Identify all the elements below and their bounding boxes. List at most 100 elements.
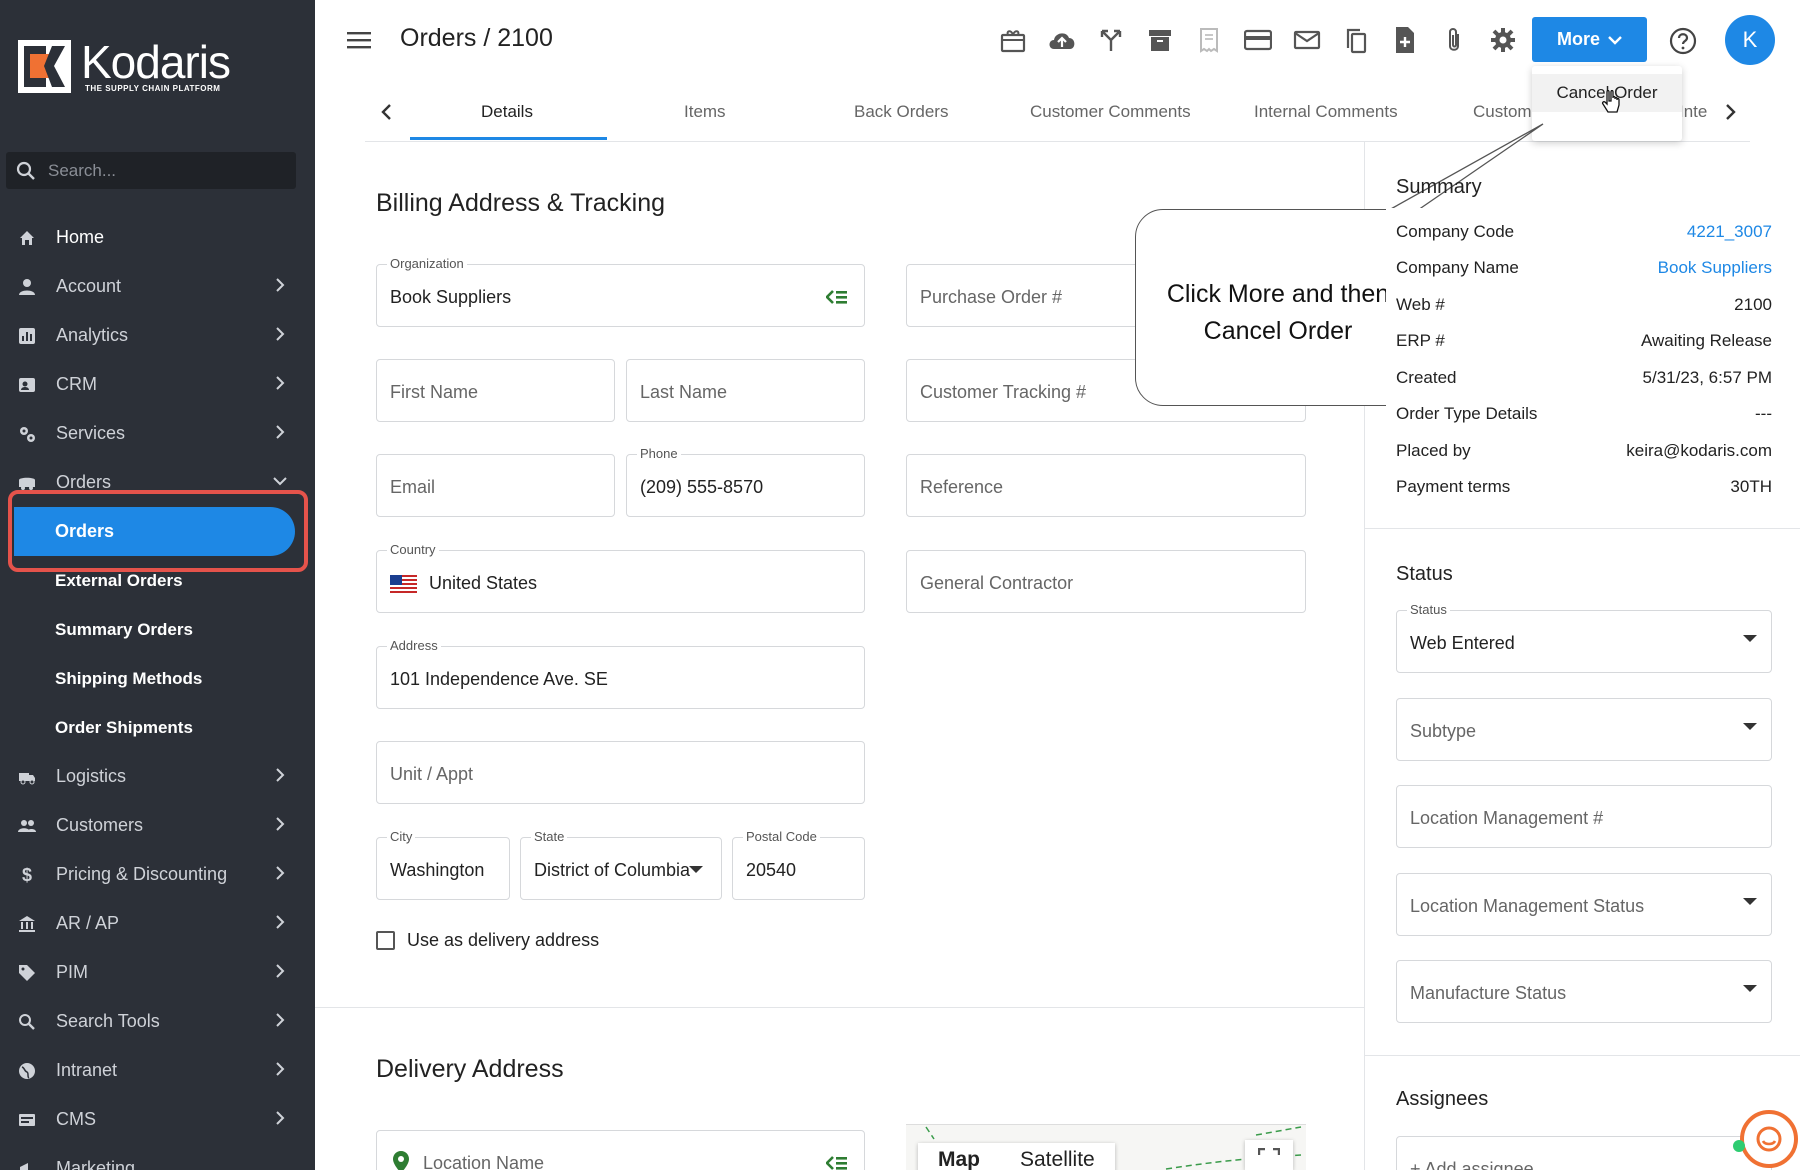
help-icon[interactable] [1668,26,1698,56]
sidebar-item-label: PIM [56,962,89,982]
hamburger-menu-icon[interactable] [347,30,371,50]
location-management-status-select[interactable]: Location Management Status [1396,873,1772,936]
sidebar-item-account[interactable]: Account [0,262,315,311]
organization-field[interactable]: Organization Book Suppliers [376,256,865,327]
gift-icon[interactable] [988,20,1037,60]
credit-card-icon[interactable] [1233,20,1282,60]
add-assignee-field[interactable]: + Add assignee [1396,1136,1772,1170]
cloud-upload-icon[interactable] [1037,20,1086,60]
hand-cursor-icon [1601,90,1620,113]
map-tab-satellite[interactable]: Satellite [1000,1143,1115,1170]
status-title: Status [1396,563,1453,585]
lookup-list-icon[interactable] [826,1155,848,1170]
chevron-right-icon [276,376,285,390]
map-tab-map[interactable]: Map [918,1143,1000,1170]
copy-icon[interactable] [1331,20,1380,60]
sidebar-item-crm[interactable]: CRM [0,360,315,409]
map-fullscreen-button[interactable] [1245,1140,1293,1170]
use-as-delivery-label: Use as delivery address [407,930,600,950]
sidebar-item-services[interactable]: Services [0,409,315,458]
general-contractor-field[interactable]: General Contractor [906,550,1306,613]
archive-icon[interactable] [1135,20,1184,60]
chevron-right-icon [276,425,285,439]
right-panel-divider [1365,1055,1800,1056]
receipt-icon[interactable] [1184,20,1233,60]
delivery-truck-icon [19,772,35,784]
sidebar-subitem-order-shipments[interactable]: Order Shipments [0,703,315,752]
sidebar-item-search-tools[interactable]: Search Tools [0,997,315,1046]
summary-key: Company Name [1396,258,1519,277]
section-divider [315,1007,1365,1008]
tab-internal-comments[interactable]: Internal Comments [1254,102,1398,122]
location-name-field[interactable]: Location Name [376,1130,865,1170]
chevron-left-icon[interactable] [375,100,399,124]
phone-field[interactable]: Phone (209) 555-8570 [626,446,865,517]
sidebar-item-intranet[interactable]: Intranet [0,1046,315,1095]
add-document-icon[interactable] [1380,20,1429,60]
chevron-right-icon [276,327,285,341]
company-code-link[interactable]: 4221_3007 [1687,222,1772,242]
state-select[interactable]: State District of Columbia [520,829,722,900]
more-button[interactable]: More [1532,17,1647,62]
country-field[interactable]: Country United States [376,542,865,613]
sidebar-item-home[interactable]: Home [0,213,315,262]
attachment-icon[interactable] [1429,20,1478,60]
sidebar-search[interactable] [6,152,296,189]
last-name-field[interactable]: Last Name [626,359,865,422]
tab-back-orders[interactable]: Back Orders [854,102,948,122]
contact-card-icon [19,377,35,392]
merge-icon[interactable] [1086,20,1135,60]
unit-field[interactable]: Unit / Appt [376,741,865,804]
sidebar-item-logistics[interactable]: Logistics [0,752,315,801]
sidebar-item-cms[interactable]: CMS [0,1095,315,1144]
summary-value: keira@kodaris.com [1626,441,1772,460]
bank-icon [19,915,35,932]
chevron-right-icon[interactable] [1718,100,1742,124]
city-field[interactable]: City Washington [376,829,510,900]
dollar-icon: $ [21,864,32,885]
use-as-delivery-row[interactable]: Use as delivery address [376,930,599,951]
summary-value: 2100 [1734,295,1772,314]
postal-code-field[interactable]: Postal Code 20540 [732,829,865,900]
purchase-order-placeholder: Purchase Order # [920,287,1063,307]
subtype-select[interactable]: Subtype [1396,698,1772,761]
sidebar-item-marketing[interactable]: Marketing [0,1144,315,1170]
tab-items[interactable]: Items [684,102,726,122]
logo[interactable]: Kodaris THE SUPPLY CHAIN PLATFORM [18,35,231,94]
first-name-field[interactable]: First Name [376,359,615,422]
reference-field[interactable]: Reference [906,454,1306,517]
tab-inte[interactable]: Inte [1679,102,1707,122]
email-field[interactable]: Email [376,454,615,517]
location-management-status-placeholder: Location Management Status [1410,896,1645,916]
summary-value: Awaiting Release [1640,331,1772,350]
sidebar-item-pim[interactable]: PIM [0,948,315,997]
chat-widget-button[interactable] [1740,1110,1798,1168]
status-select[interactable]: Status Web Entered [1396,602,1772,673]
mail-icon[interactable] [1282,20,1331,60]
sidebar-item-customers[interactable]: Customers [0,801,315,850]
tab-details[interactable]: Details [481,102,533,122]
company-name-link[interactable]: Book Suppliers [1658,258,1772,278]
unit-placeholder: Unit / Appt [390,764,474,784]
logo-name: Kodaris [81,35,231,88]
sidebar-subitem-summary-orders[interactable]: Summary Orders [0,605,315,654]
address-field[interactable]: Address 101 Independence Ave. SE [376,638,865,709]
billing-section-title: Billing Address & Tracking [376,189,666,217]
lookup-list-icon[interactable] [826,289,848,305]
avatar[interactable]: K [1725,15,1775,65]
phone-label: Phone [637,446,681,461]
use-as-delivery-checkbox[interactable] [376,931,395,950]
sidebar-search-input[interactable] [48,160,268,181]
chevron-right-icon [276,1013,285,1027]
sidebar-item-analytics[interactable]: Analytics [0,311,315,360]
caret-down-icon [1743,723,1757,730]
manufacture-status-select[interactable]: Manufacture Status [1396,960,1772,1023]
sidebar-item-ar-ap[interactable]: AR / AP [0,899,315,948]
location-management-field[interactable]: Location Management # [1396,785,1772,848]
location-pin-icon [393,1151,409,1170]
sidebar-subitem-shipping-methods[interactable]: Shipping Methods [0,654,315,703]
tab-customer-comments[interactable]: Customer Comments [1030,102,1191,122]
gear-icon[interactable] [1478,20,1527,60]
sidebar-item-pricing[interactable]: $ Pricing & Discounting [0,850,315,899]
caret-down-icon [689,866,703,873]
